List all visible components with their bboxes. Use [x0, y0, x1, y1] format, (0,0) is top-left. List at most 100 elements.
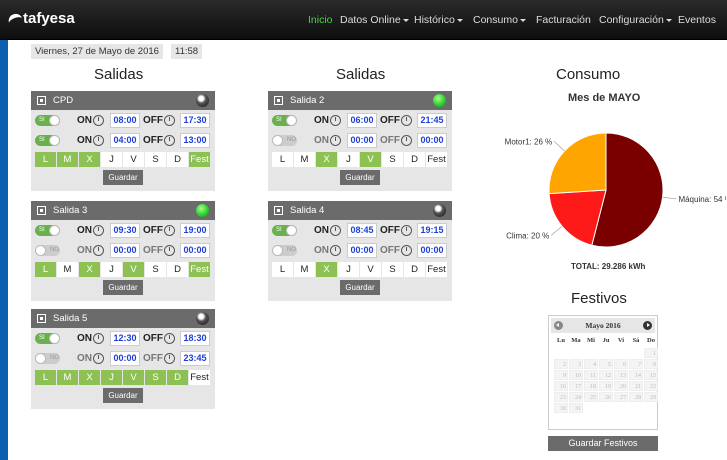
day-toggle-v[interactable]: V: [123, 262, 144, 277]
calendar-day[interactable]: 20: [614, 381, 628, 391]
calendar-day[interactable]: 8: [644, 359, 658, 369]
day-toggle-m[interactable]: M: [294, 262, 315, 277]
nav-item-inicio[interactable]: Inicio: [308, 14, 333, 26]
calendar-day[interactable]: 24: [569, 392, 583, 402]
day-toggle-d[interactable]: D: [167, 262, 188, 277]
prev-month-icon[interactable]: [554, 321, 563, 330]
calendar-day[interactable]: 10: [569, 370, 583, 380]
calendar-day[interactable]: 21: [629, 381, 643, 391]
day-toggle-s[interactable]: S: [145, 370, 166, 385]
day-toggle-x[interactable]: X: [79, 152, 100, 167]
app-logo[interactable]: tafyesa: [6, 10, 75, 27]
day-toggle-x[interactable]: X: [79, 262, 100, 277]
calendar-day[interactable]: 18: [584, 381, 598, 391]
day-toggle-d[interactable]: D: [167, 152, 188, 167]
off-time-input[interactable]: 00:00: [417, 133, 447, 148]
calendar-day[interactable]: 14: [629, 370, 643, 380]
schedule-toggle[interactable]: NO: [35, 245, 60, 256]
day-toggle-d[interactable]: D: [404, 152, 425, 167]
off-time-input[interactable]: 19:00: [180, 223, 210, 238]
guardar-button[interactable]: Guardar: [340, 170, 380, 185]
day-toggle-s[interactable]: S: [382, 262, 403, 277]
guardar-button[interactable]: Guardar: [103, 388, 143, 403]
day-toggle-v[interactable]: V: [360, 152, 381, 167]
day-toggle-s[interactable]: S: [145, 152, 166, 167]
calendar-day[interactable]: 7: [629, 359, 643, 369]
calendar-day[interactable]: 28: [629, 392, 643, 402]
schedule-toggle[interactable]: SI: [35, 115, 60, 126]
guardar-button[interactable]: Guardar: [340, 280, 380, 295]
collapse-icon[interactable]: [274, 206, 283, 215]
off-time-input[interactable]: 00:00: [417, 243, 447, 258]
nav-item-facturaci-n[interactable]: Facturación: [536, 14, 591, 26]
calendar-day[interactable]: 5: [599, 359, 613, 369]
day-toggle-fest[interactable]: Fest: [189, 262, 210, 277]
schedule-toggle[interactable]: SI: [35, 135, 60, 146]
day-toggle-x[interactable]: X: [316, 152, 337, 167]
day-toggle-m[interactable]: M: [57, 152, 78, 167]
day-toggle-m[interactable]: M: [294, 152, 315, 167]
calendar-day[interactable]: 15: [644, 370, 658, 380]
calendar-day[interactable]: 31: [569, 403, 583, 413]
off-time-input[interactable]: 18:30: [180, 331, 210, 346]
on-time-input[interactable]: 09:30: [110, 223, 140, 238]
calendar-day[interactable]: 1: [644, 348, 658, 358]
day-toggle-x[interactable]: X: [79, 370, 100, 385]
on-time-input[interactable]: 06:00: [347, 113, 377, 128]
calendar-day[interactable]: 30: [554, 403, 568, 413]
next-month-icon[interactable]: [643, 321, 652, 330]
off-time-input[interactable]: 21:45: [417, 113, 447, 128]
schedule-toggle[interactable]: SI: [35, 225, 60, 236]
day-toggle-s[interactable]: S: [382, 152, 403, 167]
calendar-day[interactable]: 26: [599, 392, 613, 402]
day-toggle-l[interactable]: L: [35, 152, 56, 167]
calendar-day[interactable]: 16: [554, 381, 568, 391]
off-time-input[interactable]: 13:00: [180, 133, 210, 148]
guardar-festivos-button[interactable]: Guardar Festivos: [548, 436, 658, 451]
calendar-day[interactable]: 11: [584, 370, 598, 380]
calendar-day[interactable]: 6: [614, 359, 628, 369]
guardar-button[interactable]: Guardar: [103, 170, 143, 185]
day-toggle-x[interactable]: X: [316, 262, 337, 277]
day-toggle-m[interactable]: M: [57, 370, 78, 385]
on-time-input[interactable]: 08:00: [110, 113, 140, 128]
calendar-day[interactable]: 3: [569, 359, 583, 369]
collapse-icon[interactable]: [37, 314, 46, 323]
calendar-day[interactable]: 9: [554, 370, 568, 380]
on-time-input[interactable]: 00:00: [347, 243, 377, 258]
day-toggle-m[interactable]: M: [57, 262, 78, 277]
nav-item-datos-online[interactable]: Datos Online: [340, 14, 409, 26]
calendar-day[interactable]: 25: [584, 392, 598, 402]
nav-item-consumo[interactable]: Consumo: [473, 14, 526, 26]
day-toggle-fest[interactable]: Fest: [426, 262, 447, 277]
off-time-input[interactable]: 19:15: [417, 223, 447, 238]
schedule-toggle[interactable]: SI: [272, 225, 297, 236]
day-toggle-d[interactable]: D: [404, 262, 425, 277]
calendar-day[interactable]: 2: [554, 359, 568, 369]
calendar-day[interactable]: 13: [614, 370, 628, 380]
pie-slice-2[interactable]: [548, 132, 607, 195]
calendar-day[interactable]: 19: [599, 381, 613, 391]
nav-item-hist-rico[interactable]: Histórico: [414, 14, 463, 26]
day-toggle-l[interactable]: L: [272, 262, 293, 277]
schedule-toggle[interactable]: NO: [35, 353, 60, 364]
collapse-icon[interactable]: [37, 206, 46, 215]
day-toggle-j[interactable]: J: [338, 152, 359, 167]
day-toggle-l[interactable]: L: [35, 262, 56, 277]
on-time-input[interactable]: 00:00: [347, 133, 377, 148]
day-toggle-v[interactable]: V: [123, 152, 144, 167]
day-toggle-v[interactable]: V: [123, 370, 144, 385]
collapse-icon[interactable]: [274, 96, 283, 105]
day-toggle-v[interactable]: V: [360, 262, 381, 277]
day-toggle-l[interactable]: L: [35, 370, 56, 385]
day-toggle-l[interactable]: L: [272, 152, 293, 167]
calendar-day[interactable]: 4: [584, 359, 598, 369]
day-toggle-fest[interactable]: Fest: [189, 370, 210, 385]
off-time-input[interactable]: 00:00: [180, 243, 210, 258]
calendar-day[interactable]: 23: [554, 392, 568, 402]
day-toggle-s[interactable]: S: [145, 262, 166, 277]
calendar-day[interactable]: 12: [599, 370, 613, 380]
day-toggle-j[interactable]: J: [101, 262, 122, 277]
nav-item-eventos[interactable]: Eventos: [678, 14, 716, 26]
day-toggle-j[interactable]: J: [101, 370, 122, 385]
